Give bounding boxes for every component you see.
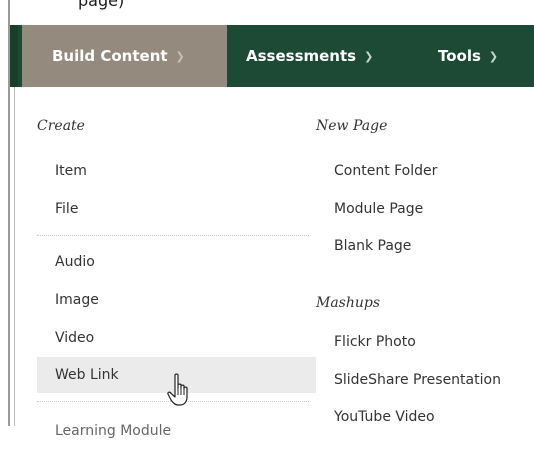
build-content-dropdown: Create Item File Audio Image Video Web L…: [14, 87, 534, 439]
mashups-header: Mashups: [316, 295, 381, 311]
menu-item-file[interactable]: File: [55, 191, 78, 227]
menu-item-learning-module[interactable]: Learning Module: [55, 413, 171, 449]
menu-item-blank-page[interactable]: Blank Page: [334, 228, 411, 264]
section-divider: [37, 235, 309, 236]
menu-item-item[interactable]: Item: [55, 153, 87, 189]
tab-assessments[interactable]: Assessments ❯: [246, 25, 373, 87]
menu-item-slideshare-presentation[interactable]: SlideShare Presentation: [334, 362, 501, 398]
create-header: Create: [37, 118, 85, 134]
tab-label: Tools: [438, 47, 481, 65]
page-text-fragment: page): [78, 0, 125, 10]
tab-tools[interactable]: Tools ❯: [438, 25, 498, 87]
menu-item-module-page[interactable]: Module Page: [334, 191, 423, 227]
tab-label: Build Content: [52, 47, 168, 65]
tab-build-content[interactable]: Build Content ❯: [22, 25, 227, 87]
menu-item-content-folder[interactable]: Content Folder: [334, 153, 437, 189]
tab-label: Assessments: [246, 47, 357, 65]
menu-bar-edge: [10, 25, 18, 87]
new-page-header: New Page: [316, 118, 388, 134]
chevron-down-icon: ❯: [488, 49, 499, 63]
menu-item-audio[interactable]: Audio: [55, 244, 95, 280]
menu-item-flickr-photo[interactable]: Flickr Photo: [334, 324, 416, 360]
hand-pointer-cursor-icon: [167, 373, 188, 406]
chevron-down-icon: ❯: [175, 49, 185, 63]
menu-item-image[interactable]: Image: [55, 282, 99, 318]
menu-item-video[interactable]: Video: [55, 320, 94, 356]
chevron-down-icon: ❯: [364, 49, 374, 63]
course-menu-bar: Build Content ❯ Assessments ❯ Tools ❯: [10, 25, 534, 87]
menu-item-youtube-video[interactable]: YouTube Video: [334, 399, 435, 435]
